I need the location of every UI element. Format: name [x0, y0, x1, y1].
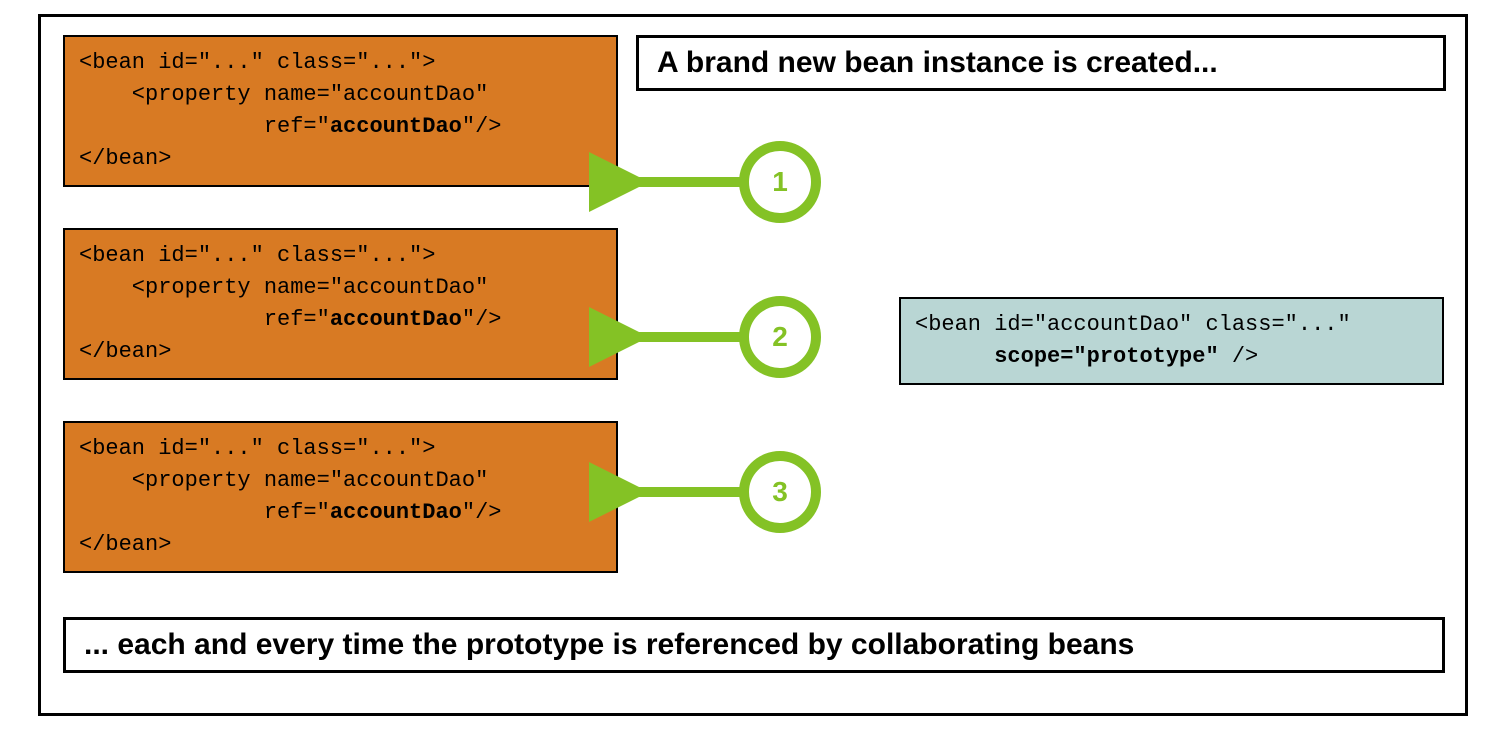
bean-box-1: <bean id="..." class="..."> <property na… — [63, 35, 618, 187]
bean-line2: <property name="accountDao" — [79, 82, 488, 107]
bean-line3-bold: accountDao — [330, 114, 462, 139]
step-circle-1: 1 — [739, 141, 821, 223]
bean-line3-suffix: "/> — [462, 307, 502, 332]
proto-line2-suffix: /> — [1219, 344, 1259, 369]
title-top: A brand new bean instance is created... — [636, 35, 1446, 91]
step-circle-2: 2 — [739, 296, 821, 378]
diagram-frame: A brand new bean instance is created... … — [38, 14, 1468, 716]
bean-line2: <property name="accountDao" — [79, 468, 488, 493]
diagram-canvas: A brand new bean instance is created... … — [0, 0, 1506, 732]
bean-line3-bold: accountDao — [330, 307, 462, 332]
bean-box-3: <bean id="..." class="..."> <property na… — [63, 421, 618, 573]
title-bottom: ... each and every time the prototype is… — [63, 617, 1445, 673]
bean-line3-prefix: ref=" — [79, 114, 330, 139]
bean-line1: <bean id="..." class="..."> — [79, 436, 435, 461]
bean-line1: <bean id="..." class="..."> — [79, 243, 435, 268]
bean-line3-prefix: ref=" — [79, 500, 330, 525]
proto-line1: <bean id="accountDao" class="..." — [915, 312, 1351, 337]
bean-line4: </bean> — [79, 339, 171, 364]
proto-line2-bold: scope="prototype" — [994, 344, 1218, 369]
bean-line4: </bean> — [79, 146, 171, 171]
bean-line1: <bean id="..." class="..."> — [79, 50, 435, 75]
prototype-bean-box: <bean id="accountDao" class="..." scope=… — [899, 297, 1444, 385]
step-number: 3 — [772, 476, 788, 508]
bean-box-2: <bean id="..." class="..."> <property na… — [63, 228, 618, 380]
bean-line3-suffix: "/> — [462, 114, 502, 139]
bean-line3-prefix: ref=" — [79, 307, 330, 332]
bean-line4: </bean> — [79, 532, 171, 557]
bean-line3-suffix: "/> — [462, 500, 502, 525]
step-circle-3: 3 — [739, 451, 821, 533]
step-number: 1 — [772, 166, 788, 198]
bean-line2: <property name="accountDao" — [79, 275, 488, 300]
proto-line2-prefix — [915, 344, 994, 369]
step-number: 2 — [772, 321, 788, 353]
bean-line3-bold: accountDao — [330, 500, 462, 525]
